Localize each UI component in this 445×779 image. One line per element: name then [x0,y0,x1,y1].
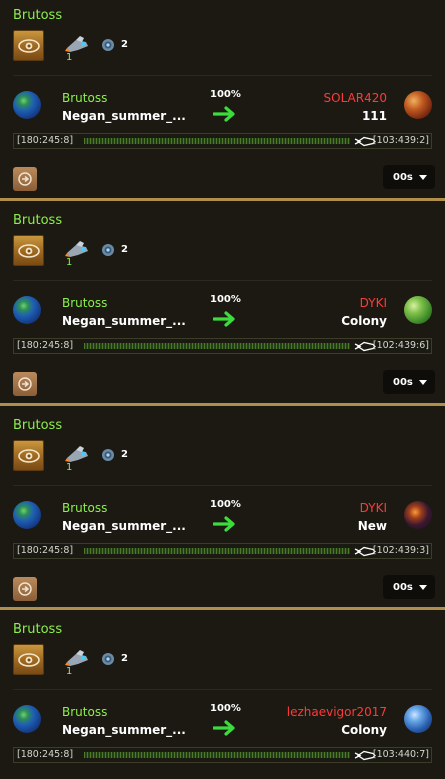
fleet-speed-percent: 100% [210,89,241,100]
timer-dropdown[interactable]: 00s [383,165,435,189]
origin-planet[interactable] [13,91,41,119]
recall-button[interactable] [13,372,37,396]
timer-dropdown[interactable]: 00s [383,370,435,394]
target-planet[interactable] [404,296,432,324]
resource-icon [102,653,114,665]
fleet-owner[interactable]: Brutoss [62,501,107,515]
target-player-name[interactable]: DYKI [360,501,387,515]
return-icon [18,377,32,391]
arrow-right-icon [213,516,235,532]
target-planet-name: Colony [341,314,387,328]
travel-track: [180:245:8] [102:439:3] [13,543,432,559]
divider [13,689,432,690]
divider [13,75,432,76]
fleet-speed-percent: 100% [210,499,241,510]
target-player-name[interactable]: DYKI [360,296,387,310]
fleet-name: Negan_summer_... [62,109,186,123]
origin-coordinates[interactable]: [180:245:8] [17,749,73,760]
fleet-list: Brutoss 1 2 Brutoss Negan_summer_... 100… [0,0,445,779]
target-player-name[interactable]: SOLAR420 [324,91,387,105]
chevron-down-icon [419,585,427,590]
fleet-owner[interactable]: Brutoss [62,91,107,105]
fleet-name: Negan_summer_... [62,723,186,737]
resource-count: 2 [121,653,128,664]
origin-coordinates[interactable]: [180:245:8] [17,545,73,556]
fleet-card: Brutoss 1 2 Brutoss Negan_summer_... 100… [0,410,445,605]
eye-icon [17,38,40,53]
view-button[interactable] [13,235,44,266]
player-name[interactable]: Brutoss [13,213,62,228]
travel-progress-bar [84,752,350,758]
ship-count: 1 [66,462,73,473]
resource-count: 2 [121,39,128,50]
target-planet-name: New [357,519,387,533]
resource-count: 2 [121,244,128,255]
card-separator [0,607,445,610]
target-coordinates[interactable]: [103:439:2] [373,135,429,146]
card-separator [0,403,445,406]
resource-icon [102,449,114,461]
origin-planet[interactable] [13,296,41,324]
travel-track: [180:245:8] [103:439:2] [13,133,432,149]
target-planet[interactable] [404,501,432,529]
target-planet-name: Colony [341,723,387,737]
target-coordinates[interactable]: [102:439:6] [373,340,429,351]
timer-dropdown[interactable]: 00s [383,575,435,599]
fleet-speed-percent: 100% [210,703,241,714]
origin-coordinates[interactable]: [180:245:8] [17,135,73,146]
travel-progress-bar [84,343,350,349]
fleet-card: Brutoss 1 2 Brutoss Negan_summer_... 100… [0,0,445,195]
view-button[interactable] [13,30,44,61]
target-planet[interactable] [404,91,432,119]
divider [13,485,432,486]
card-separator [0,198,445,201]
travel-track: [180:245:8] [103:440:7] [13,747,432,763]
travel-track: [180:245:8] [102:439:6] [13,338,432,354]
fleet-speed-percent: 100% [210,294,241,305]
fleet-owner[interactable]: Brutoss [62,705,107,719]
fleet-card: Brutoss 1 2 Brutoss Negan_summer_... 100… [0,205,445,400]
ship-count: 1 [66,257,73,268]
arrow-right-icon [213,720,235,736]
view-button[interactable] [13,440,44,471]
return-icon [18,582,32,596]
travel-progress-bar [84,548,350,554]
divider [13,280,432,281]
resource-count: 2 [121,449,128,460]
origin-coordinates[interactable]: [180:245:8] [17,340,73,351]
target-planet[interactable] [404,705,432,733]
target-coordinates[interactable]: [102:439:3] [373,545,429,556]
origin-planet[interactable] [13,705,41,733]
view-button[interactable] [13,644,44,675]
resource-icon [102,39,114,51]
player-name[interactable]: Brutoss [13,622,62,637]
ship-count: 1 [66,52,73,63]
target-coordinates[interactable]: [103:440:7] [373,749,429,760]
return-icon [18,172,32,186]
arrow-right-icon [213,311,235,327]
chevron-down-icon [419,175,427,180]
resource-icon [102,244,114,256]
eye-icon [17,448,40,463]
chevron-down-icon [419,380,427,385]
origin-planet[interactable] [13,501,41,529]
player-name[interactable]: Brutoss [13,418,62,433]
fleet-owner[interactable]: Brutoss [62,296,107,310]
timer-value: 00s [393,581,413,593]
fleet-card: Brutoss 1 2 Brutoss Negan_summer_... 100… [0,614,445,779]
eye-icon [17,243,40,258]
timer-value: 00s [393,171,413,183]
eye-icon [17,652,40,667]
recall-button[interactable] [13,167,37,191]
player-name[interactable]: Brutoss [13,8,62,23]
target-planet-name: 111 [361,109,387,123]
ship-count: 1 [66,666,73,677]
timer-value: 00s [393,376,413,388]
travel-progress-bar [84,138,350,144]
fleet-name: Negan_summer_... [62,519,186,533]
recall-button[interactable] [13,577,37,601]
arrow-right-icon [213,106,235,122]
fleet-name: Negan_summer_... [62,314,186,328]
target-player-name[interactable]: lezhaevigor2017 [287,705,387,719]
